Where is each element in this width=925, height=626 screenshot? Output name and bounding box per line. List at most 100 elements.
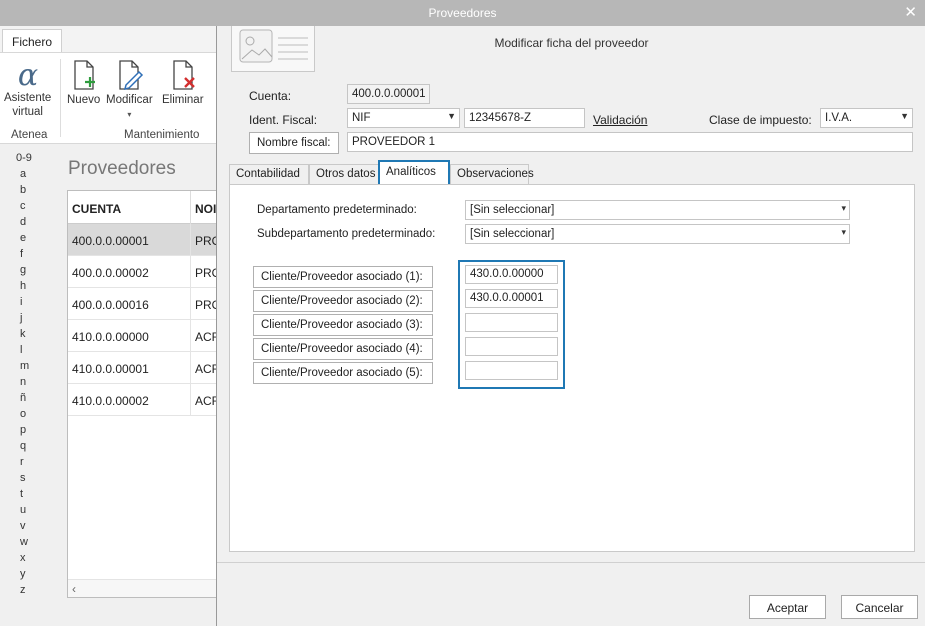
alphabet-letter[interactable]: q [0,438,50,454]
accept-button[interactable]: Aceptar [749,595,826,619]
assistant-label-1: Asistente [4,92,52,104]
alphabet-letter[interactable]: 0-9 [0,150,50,166]
alphabet-letter[interactable]: m [0,358,50,374]
assistant-button[interactable]: α Asistente virtual [4,59,51,119]
table-row[interactable]: 410.0.0.00000 ACR [68,320,216,352]
associated-input-2[interactable]: 430.0.0.00001 [465,289,558,308]
table-row[interactable]: 400.0.0.00002 PRO [68,256,216,288]
group-maintenance-label: Mantenimiento [124,129,200,141]
column-header-cuenta[interactable]: CUENTA [72,202,121,216]
chevron-down-icon: ▾ [127,110,132,119]
alphabet-letter[interactable]: h [0,278,50,294]
scroll-left-icon[interactable]: ‹ [72,582,76,596]
alphabet-letter[interactable]: k [0,326,50,342]
alphabet-letter[interactable]: a [0,166,50,182]
cell-cuenta: 400.0.0.00016 [72,298,149,312]
ident-fiscal-label: Ident. Fiscal: [249,113,318,127]
alphabet-letter[interactable]: w [0,534,50,550]
alphabet-letter[interactable]: n [0,374,50,390]
new-label: Nuevo [67,94,101,106]
delete-label: Eliminar [162,94,204,106]
table-row[interactable]: 410.0.0.00001 ACR [68,352,216,384]
alphabet-letter[interactable]: t [0,486,50,502]
tab-fichero[interactable]: Fichero [2,29,62,53]
alphabet-letter[interactable]: c [0,198,50,214]
nombre-fiscal-input[interactable]: PROVEEDOR 1 [347,132,913,152]
alphabet-letter[interactable]: g [0,262,50,278]
ident-type-select[interactable]: NIF ▼ [347,108,460,128]
alphabet-letter[interactable]: e [0,230,50,246]
alphabet-letter[interactable]: s [0,470,50,486]
cell-cuenta: 410.0.0.00002 [72,394,149,408]
horizontal-scrollbar[interactable]: ‹ [68,579,216,597]
alphabet-letter[interactable]: y [0,566,50,582]
ident-type-value: NIF [352,112,371,124]
table-row[interactable]: 400.0.0.00016 PRO [68,288,216,320]
alphabet-letter[interactable]: j [0,310,50,326]
alphabet-letter[interactable]: v [0,518,50,534]
department-label: Departamento predeterminado: [257,204,417,216]
grid-rows: 400.0.0.00001PRO400.0.0.00002PRO400.0.0.… [68,224,216,416]
cell-cuenta: 400.0.0.00002 [72,266,149,280]
cancel-button[interactable]: Cancelar [841,595,918,619]
new-button[interactable]: Nuevo [67,59,100,107]
cell-nombre: PRO [195,234,216,248]
alphabet-letter[interactable]: ñ [0,390,50,406]
column-divider [190,320,191,352]
cell-nombre: PRO [195,266,216,280]
close-icon[interactable]: ✕ [904,3,917,21]
associated-label-4[interactable]: Cliente/Proveedor asociado (4): [253,338,433,360]
alphabet-letter[interactable]: p [0,422,50,438]
column-header-nombre[interactable]: NOI [195,202,216,216]
new-document-icon [73,60,95,90]
table-row[interactable]: 400.0.0.00001 PRO [68,224,216,256]
ribbon: α Asistente virtual Atenea Nuevo Modific… [0,52,216,144]
alphabet-letter[interactable]: d [0,214,50,230]
alphabet-letter[interactable]: r [0,454,50,470]
associated-input-4[interactable] [465,337,558,356]
associated-input-3[interactable] [465,313,558,332]
associated-label-3[interactable]: Cliente/Proveedor asociado (3): [253,314,433,336]
delete-document-icon [173,60,195,90]
alphabet-letter[interactable]: f [0,246,50,262]
tax-class-select[interactable]: I.V.A. ▼ [820,108,913,128]
edit-provider-dialog: Modificar ficha del proveedor Cuenta: 40… [216,26,925,626]
ribbon-separator [60,59,61,137]
alphabet-letter[interactable]: z [0,582,50,598]
department-select[interactable]: [Sin seleccionar] ▾ [465,200,850,220]
edit-button[interactable]: Modificar ▾ [106,59,153,122]
cuenta-field: 400.0.0.00001 [347,84,430,104]
associated-label-1[interactable]: Cliente/Proveedor asociado (1): [253,266,433,288]
window-title: Proveedores [428,6,497,20]
subdepartment-select[interactable]: [Sin seleccionar] ▾ [465,224,850,244]
cell-nombre: ACR [195,362,216,376]
tab-observaciones[interactable]: Observaciones [450,164,534,184]
table-row[interactable]: 410.0.0.00002 ACR [68,384,216,416]
subdepartment-value: [Sin seleccionar] [470,228,555,240]
alphabet-letter[interactable]: u [0,502,50,518]
associated-label-2[interactable]: Cliente/Proveedor asociado (2): [253,290,433,312]
providers-grid: CUENTA NOI 400.0.0.00001PRO400.0.0.00002… [67,190,217,598]
associated-input-5[interactable] [465,361,558,380]
validation-link[interactable]: Validación [593,113,647,127]
delete-button[interactable]: Eliminar [162,59,204,107]
associated-input-1[interactable]: 430.0.0.00000 [465,265,558,284]
tab-otros-datos[interactable]: Otros datos [309,164,379,184]
alphabet-index: 0-9 a b c d e f g h i j k l m n ñ o p q r s t u v w x y z [0,150,50,598]
chevron-down-icon: ▾ [841,203,846,213]
alphabet-letter[interactable]: l [0,342,50,358]
department-value: [Sin seleccionar] [470,204,555,216]
nombre-fiscal-button[interactable]: Nombre fiscal: [249,132,339,154]
alphabet-letter[interactable]: b [0,182,50,198]
group-atenea-label: Atenea [11,129,48,141]
alphabet-letter[interactable]: o [0,406,50,422]
alphabet-letter[interactable]: x [0,550,50,566]
tab-analiticos[interactable]: Analíticos [378,160,450,186]
ident-value-input[interactable]: 12345678-Z [464,108,585,128]
tab-contabilidad[interactable]: Contabilidad [229,164,309,184]
associated-label-5[interactable]: Cliente/Proveedor asociado (5): [253,362,433,384]
edit-document-icon [119,60,144,91]
alphabet-letter[interactable]: i [0,294,50,310]
column-divider [190,191,191,224]
edit-label: Modificar [106,94,153,106]
